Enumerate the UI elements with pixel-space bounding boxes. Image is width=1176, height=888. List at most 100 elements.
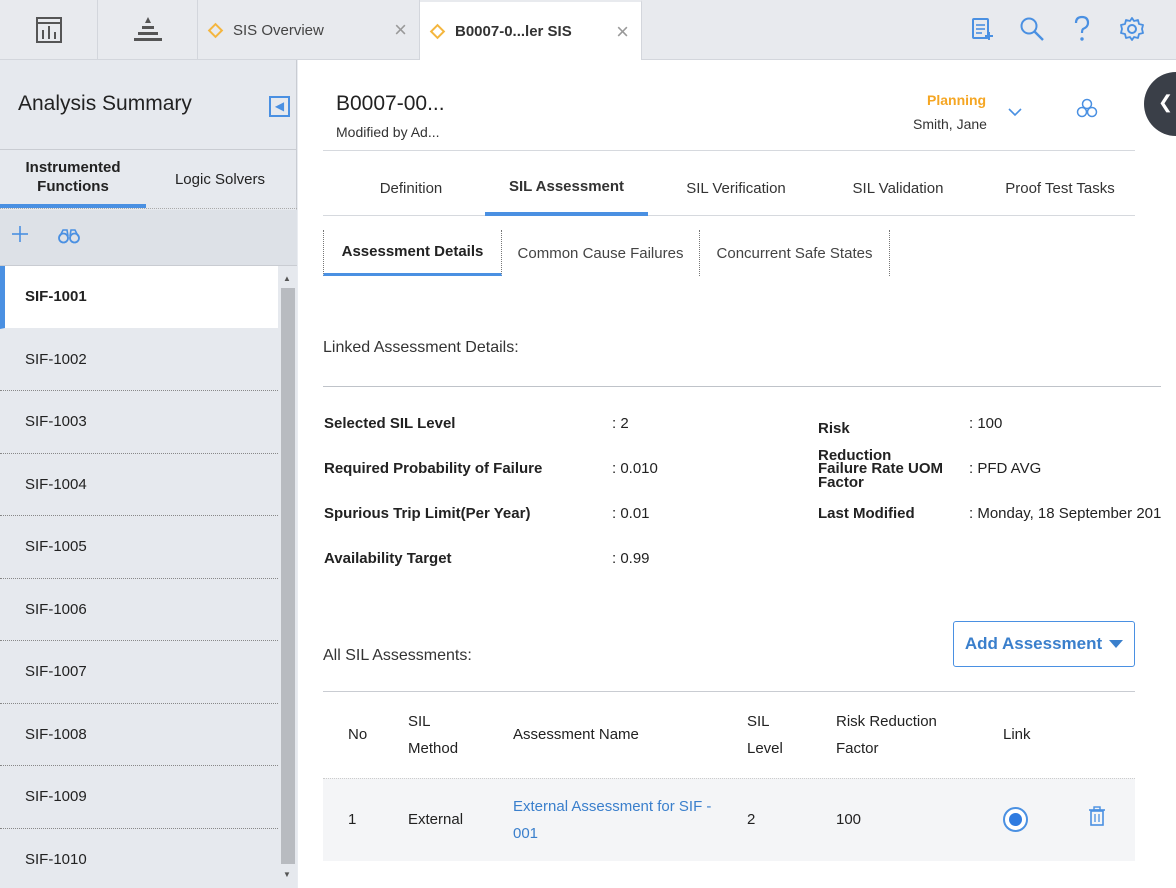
- dashboard-icon: [35, 17, 62, 43]
- column-header: SIL Level: [747, 713, 783, 757]
- settings-button[interactable]: [1117, 14, 1147, 44]
- list-item[interactable]: SIF-1010: [0, 828, 278, 888]
- tab-sil-validation[interactable]: SIL Validation: [823, 160, 973, 216]
- field-value: : 0.99: [612, 550, 650, 567]
- analysis-summary-panel: Analysis Summary ◀ Instrumented Function…: [0, 60, 297, 888]
- asset-hierarchy-tab[interactable]: [98, 0, 198, 60]
- list-item[interactable]: SIF-1001: [0, 266, 278, 329]
- main-tabs: Definition SIL Assessment SIL Verificati…: [323, 160, 1135, 216]
- field-label: Availability Target: [324, 550, 452, 567]
- linked-details-label: Linked Assessment Details:: [323, 339, 519, 356]
- left-tabs: Instrumented Functions Logic Solvers: [0, 149, 297, 209]
- tab-concurrent-safe-states[interactable]: Concurrent Safe States: [700, 230, 890, 276]
- close-icon[interactable]: ×: [616, 19, 629, 45]
- list-item[interactable]: SIF-1003: [0, 391, 278, 454]
- binoculars-icon[interactable]: [58, 228, 80, 244]
- assessment-name-link[interactable]: External Assessment for SIF - 001: [513, 793, 713, 847]
- new-record-button[interactable]: [967, 14, 997, 44]
- scroll-thumb[interactable]: [281, 288, 295, 864]
- list-item[interactable]: SIF-1008: [0, 703, 278, 766]
- search-icon: [1020, 17, 1044, 41]
- record-title: B0007-00...: [336, 92, 445, 115]
- tab-label: SIS Overview: [233, 21, 324, 39]
- cell-no: 1: [348, 811, 357, 828]
- add-icon[interactable]: [11, 225, 29, 243]
- state-owner: Smith, Jane: [913, 116, 987, 132]
- list-item[interactable]: SIF-1004: [0, 453, 278, 516]
- list-item[interactable]: SIF-1009: [0, 766, 278, 829]
- field-value: : 0.010: [612, 460, 658, 477]
- button-label: Add Assessment: [964, 634, 1103, 653]
- list-toolbar: [0, 210, 297, 266]
- field-value: : 2: [612, 415, 629, 432]
- field-label: Selected SIL Level: [324, 415, 456, 432]
- table-divider: [323, 691, 1135, 692]
- tab-sis-record[interactable]: B0007-0...ler SIS ×: [420, 0, 642, 61]
- record-state[interactable]: Planning: [927, 92, 986, 108]
- list-item[interactable]: SIF-1005: [0, 516, 278, 579]
- field-label: Last Modified: [818, 505, 915, 522]
- column-header: No: [348, 726, 368, 743]
- sub-tabs: Assessment Details Common Cause Failures…: [323, 230, 893, 276]
- tab-sil-assessment[interactable]: SIL Assessment: [485, 160, 648, 216]
- column-header: Assessment Name: [513, 726, 639, 743]
- cell-sil-method: External: [408, 811, 464, 828]
- column-header: SIL Method: [408, 713, 459, 757]
- close-icon[interactable]: ×: [394, 17, 407, 43]
- all-assessments-label: All SIL Assessments:: [323, 647, 472, 664]
- sif-list: SIF-1001 SIF-1002 SIF-1003 SIF-1004 SIF-…: [0, 266, 278, 888]
- divider: [323, 150, 1135, 151]
- panel-title: Analysis Summary: [18, 92, 192, 115]
- column-header: Link: [1003, 726, 1031, 743]
- field-label: Failure Rate UOM: [818, 460, 944, 477]
- caret-down-icon: [1109, 640, 1124, 648]
- top-tab-bar: SIS Overview × B0007-0...ler SIS ×: [0, 0, 1176, 61]
- collapse-panel-button[interactable]: ◀: [269, 96, 290, 117]
- cell-sil-level: 2: [747, 811, 756, 828]
- asset-hierarchy-icon: [133, 17, 162, 41]
- sis-marker-icon: [429, 23, 446, 40]
- scroll-down-icon[interactable]: ▼: [283, 870, 291, 879]
- side-panel-handle[interactable]: ❮: [1144, 72, 1176, 136]
- scroll-up-icon[interactable]: ▲: [283, 274, 291, 283]
- tab-logic-solvers[interactable]: Logic Solvers: [146, 150, 294, 208]
- list-scrollbar[interactable]: ▲ ▼: [279, 266, 297, 888]
- list-item[interactable]: SIF-1007: [0, 641, 278, 704]
- tab-assessment-details[interactable]: Assessment Details: [323, 230, 502, 276]
- chevron-down-icon[interactable]: [1008, 108, 1022, 117]
- record-main: B0007-00... Modified by Ad... Planning S…: [298, 60, 1176, 888]
- field-value: : 0.01: [612, 505, 650, 522]
- field-value: : Monday, 18 September 201: [969, 505, 1162, 522]
- tab-sis-overview[interactable]: SIS Overview ×: [198, 0, 420, 60]
- field-label: Risk Reduction Factor: [818, 420, 892, 491]
- expand-icon: ❮: [1158, 92, 1174, 112]
- tab-sil-verification[interactable]: SIL Verification: [661, 160, 811, 216]
- dashboard-tab[interactable]: [0, 0, 98, 60]
- tab-definition[interactable]: Definition: [323, 160, 499, 216]
- trash-icon[interactable]: [1088, 806, 1106, 826]
- search-button[interactable]: [1017, 14, 1047, 44]
- list-item[interactable]: SIF-1006: [0, 578, 278, 641]
- field-label: Spurious Trip Limit(Per Year): [324, 505, 531, 522]
- sis-marker-icon: [207, 22, 224, 38]
- tab-proof-test-tasks[interactable]: Proof Test Tasks: [985, 160, 1135, 216]
- help-button[interactable]: [1067, 14, 1097, 44]
- record-subtitle: Modified by Ad...: [336, 124, 440, 140]
- tab-instrumented-functions[interactable]: Instrumented Functions: [0, 150, 146, 208]
- help-icon: [1074, 15, 1090, 41]
- field-value: : 100: [969, 415, 1003, 432]
- list-item[interactable]: SIF-1002: [0, 328, 278, 391]
- tab-common-cause-failures[interactable]: Common Cause Failures: [502, 230, 700, 276]
- divider: [323, 386, 1161, 387]
- new-record-icon: [972, 18, 993, 40]
- cell-rrf: 100: [836, 811, 862, 828]
- link-radio[interactable]: [1003, 807, 1028, 832]
- chevron-left-icon: ◀: [274, 99, 285, 113]
- field-value: : PFD AVG: [969, 460, 1042, 477]
- field-label: Required Probability of Failure: [324, 460, 543, 477]
- add-assessment-button[interactable]: Add Assessment: [953, 621, 1135, 667]
- associated-records-icon[interactable]: [1076, 98, 1098, 118]
- tab-label: B0007-0...ler SIS: [455, 23, 572, 40]
- tab-label: Instrumented Functions: [25, 159, 121, 195]
- settings-icon: [1120, 17, 1144, 41]
